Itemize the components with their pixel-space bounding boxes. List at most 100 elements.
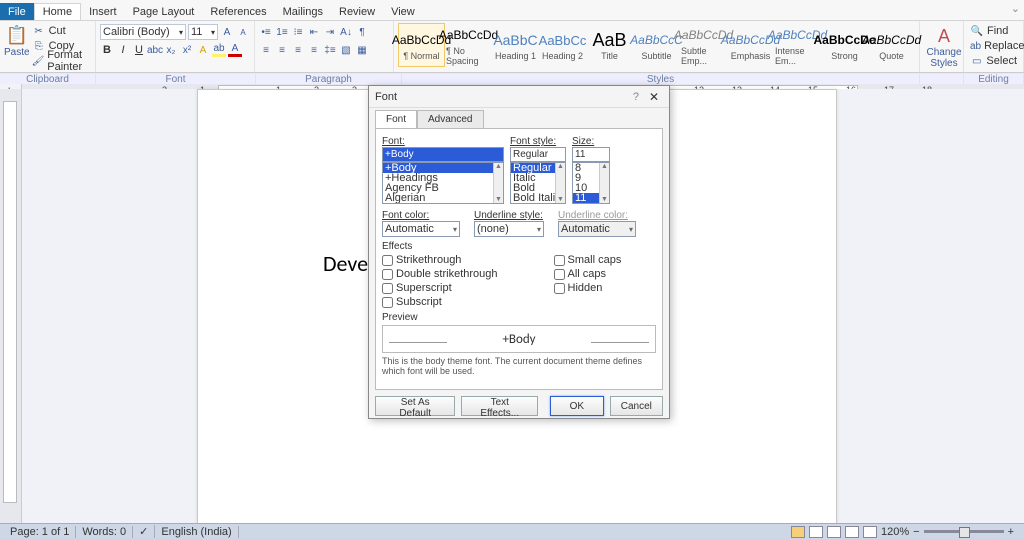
- subscript-button[interactable]: x₂: [164, 43, 178, 57]
- replace-button[interactable]: abReplace: [968, 39, 1019, 53]
- texteffects-button[interactable]: Text Effects...: [461, 396, 538, 416]
- status-words[interactable]: Words: 0: [76, 526, 133, 538]
- indent-inc-button[interactable]: ⇥: [323, 25, 337, 39]
- group-clipboard: 📋 Paste ✂Cut ⎘Copy 🖌Format Painter: [0, 21, 96, 72]
- chk-smallcaps[interactable]: Small caps: [554, 254, 622, 266]
- bold-button[interactable]: B: [100, 43, 114, 57]
- dialog-tab-font[interactable]: Font: [375, 110, 417, 128]
- brush-icon: 🖌: [32, 54, 45, 68]
- group-changestyles: A Change Styles: [920, 21, 964, 72]
- font-dialog: Font ? ✕ Font Advanced Font: +Body+Headi…: [368, 85, 670, 419]
- zoom-in-button[interactable]: +: [1008, 526, 1014, 538]
- select-icon: ▭: [970, 54, 983, 68]
- label-font: Font:: [382, 136, 504, 147]
- label-underlinecolor: Underline color:: [558, 210, 636, 221]
- effects-label: Effects: [382, 241, 656, 252]
- tab-pagelayout[interactable]: Page Layout: [125, 3, 203, 20]
- justify-button[interactable]: ≡: [307, 43, 321, 57]
- size-list[interactable]: 89101112: [572, 162, 610, 204]
- zoom-level[interactable]: 120%: [881, 526, 909, 538]
- shrink-font-icon[interactable]: A: [236, 25, 250, 39]
- chk-doublestrike[interactable]: Double strikethrough: [382, 268, 498, 280]
- shading-button[interactable]: ▧: [339, 43, 353, 57]
- tab-view[interactable]: View: [383, 3, 423, 20]
- texteffects-button[interactable]: A: [196, 43, 210, 57]
- style-heading2[interactable]: AaBbCcHeading 2: [539, 23, 586, 67]
- changestyles-button[interactable]: A Change Styles: [924, 23, 964, 69]
- fontcolor-button[interactable]: A: [228, 43, 242, 57]
- style-nospacing[interactable]: AaBbCcDd¶ No Spacing: [445, 23, 492, 67]
- linespacing-button[interactable]: ‡≡: [323, 43, 337, 57]
- font-list[interactable]: +Body+HeadingsAgency FBAlgerianArial: [382, 162, 504, 204]
- label-fontcolor: Font color:: [382, 210, 460, 221]
- find-button[interactable]: 🔍Find: [968, 24, 1019, 38]
- underline-button[interactable]: U: [132, 43, 146, 57]
- align-left-button[interactable]: ≡: [259, 43, 273, 57]
- status-proof-icon[interactable]: ✓: [133, 525, 155, 538]
- ok-button[interactable]: OK: [550, 396, 603, 416]
- tab-insert[interactable]: Insert: [81, 3, 125, 20]
- underlinestyle-select[interactable]: (none)▾: [474, 221, 544, 237]
- tab-mailings[interactable]: Mailings: [275, 3, 331, 20]
- size-input[interactable]: [572, 147, 610, 162]
- showmarks-button[interactable]: ¶: [355, 25, 369, 39]
- cancel-button[interactable]: Cancel: [610, 396, 663, 416]
- select-button[interactable]: ▭Select: [968, 54, 1019, 68]
- multilevel-button[interactable]: ⁝≡: [291, 25, 305, 39]
- status-language[interactable]: English (India): [155, 526, 238, 538]
- style-quote[interactable]: AaBbCcDdQuote: [868, 23, 915, 67]
- ruler-vertical[interactable]: [0, 89, 22, 523]
- view-fullscreen-button[interactable]: [809, 526, 823, 538]
- dialog-tab-advanced[interactable]: Advanced: [417, 110, 483, 128]
- paste-button[interactable]: 📋 Paste: [4, 23, 30, 67]
- fontstyle-input[interactable]: [510, 147, 566, 162]
- style-title[interactable]: AaBTitle: [586, 23, 633, 67]
- style-heading1[interactable]: AaBbCHeading 1: [492, 23, 539, 67]
- view-outline-button[interactable]: [845, 526, 859, 538]
- bullets-button[interactable]: •≡: [259, 25, 273, 39]
- copy-icon: ⎘: [32, 39, 46, 53]
- view-weblayout-button[interactable]: [827, 526, 841, 538]
- superscript-button[interactable]: x²: [180, 43, 194, 57]
- italic-button[interactable]: I: [116, 43, 130, 57]
- indent-dec-button[interactable]: ⇤: [307, 25, 321, 39]
- zoom-slider[interactable]: [924, 530, 1004, 533]
- label-size: Size:: [572, 136, 610, 147]
- setdefault-button[interactable]: Set As Default: [375, 396, 455, 416]
- tab-review[interactable]: Review: [331, 3, 383, 20]
- group-font: Calibri (Body)▾ 11▾ A A B I U abc x₂ x² …: [96, 21, 255, 72]
- strike-button[interactable]: abc: [148, 43, 162, 57]
- font-name-select[interactable]: Calibri (Body)▾: [100, 24, 186, 40]
- chk-strikethrough[interactable]: Strikethrough: [382, 254, 498, 266]
- zoom-out-button[interactable]: −: [913, 526, 919, 538]
- status-page[interactable]: Page: 1 of 1: [4, 526, 76, 538]
- font-size-select[interactable]: 11▾: [188, 24, 218, 40]
- align-right-button[interactable]: ≡: [291, 43, 305, 57]
- cut-icon: ✂: [32, 24, 46, 38]
- dialog-close-button[interactable]: ✕: [645, 89, 663, 105]
- preview-text: +Body: [502, 332, 535, 347]
- tab-file[interactable]: File: [0, 3, 34, 20]
- chk-allcaps[interactable]: All caps: [554, 268, 622, 280]
- view-draft-button[interactable]: [863, 526, 877, 538]
- chk-hidden[interactable]: Hidden: [554, 282, 622, 294]
- fontcolor-select[interactable]: Automatic▾: [382, 221, 460, 237]
- titlebar-expand-icon[interactable]: ⌄: [1011, 2, 1020, 15]
- fontstyle-list[interactable]: RegularItalicBoldBold Italic: [510, 162, 566, 204]
- ribbon-group-labels: Clipboard Font Paragraph Styles Editing: [0, 73, 1024, 84]
- dialog-help-button[interactable]: ?: [627, 91, 645, 103]
- sort-button[interactable]: A↓: [339, 25, 353, 39]
- highlight-button[interactable]: ab: [212, 43, 226, 57]
- numbering-button[interactable]: 1≡: [275, 25, 289, 39]
- tab-references[interactable]: References: [202, 3, 274, 20]
- cut-button[interactable]: ✂Cut: [30, 24, 91, 38]
- font-input[interactable]: [382, 147, 504, 162]
- align-center-button[interactable]: ≡: [275, 43, 289, 57]
- tab-home[interactable]: Home: [34, 3, 81, 20]
- chk-subscript[interactable]: Subscript: [382, 296, 498, 308]
- view-printlayout-button[interactable]: [791, 526, 805, 538]
- chk-superscript[interactable]: Superscript: [382, 282, 498, 294]
- borders-button[interactable]: ▦: [355, 43, 369, 57]
- grow-font-icon[interactable]: A: [220, 25, 234, 39]
- formatpainter-button[interactable]: 🖌Format Painter: [30, 54, 91, 68]
